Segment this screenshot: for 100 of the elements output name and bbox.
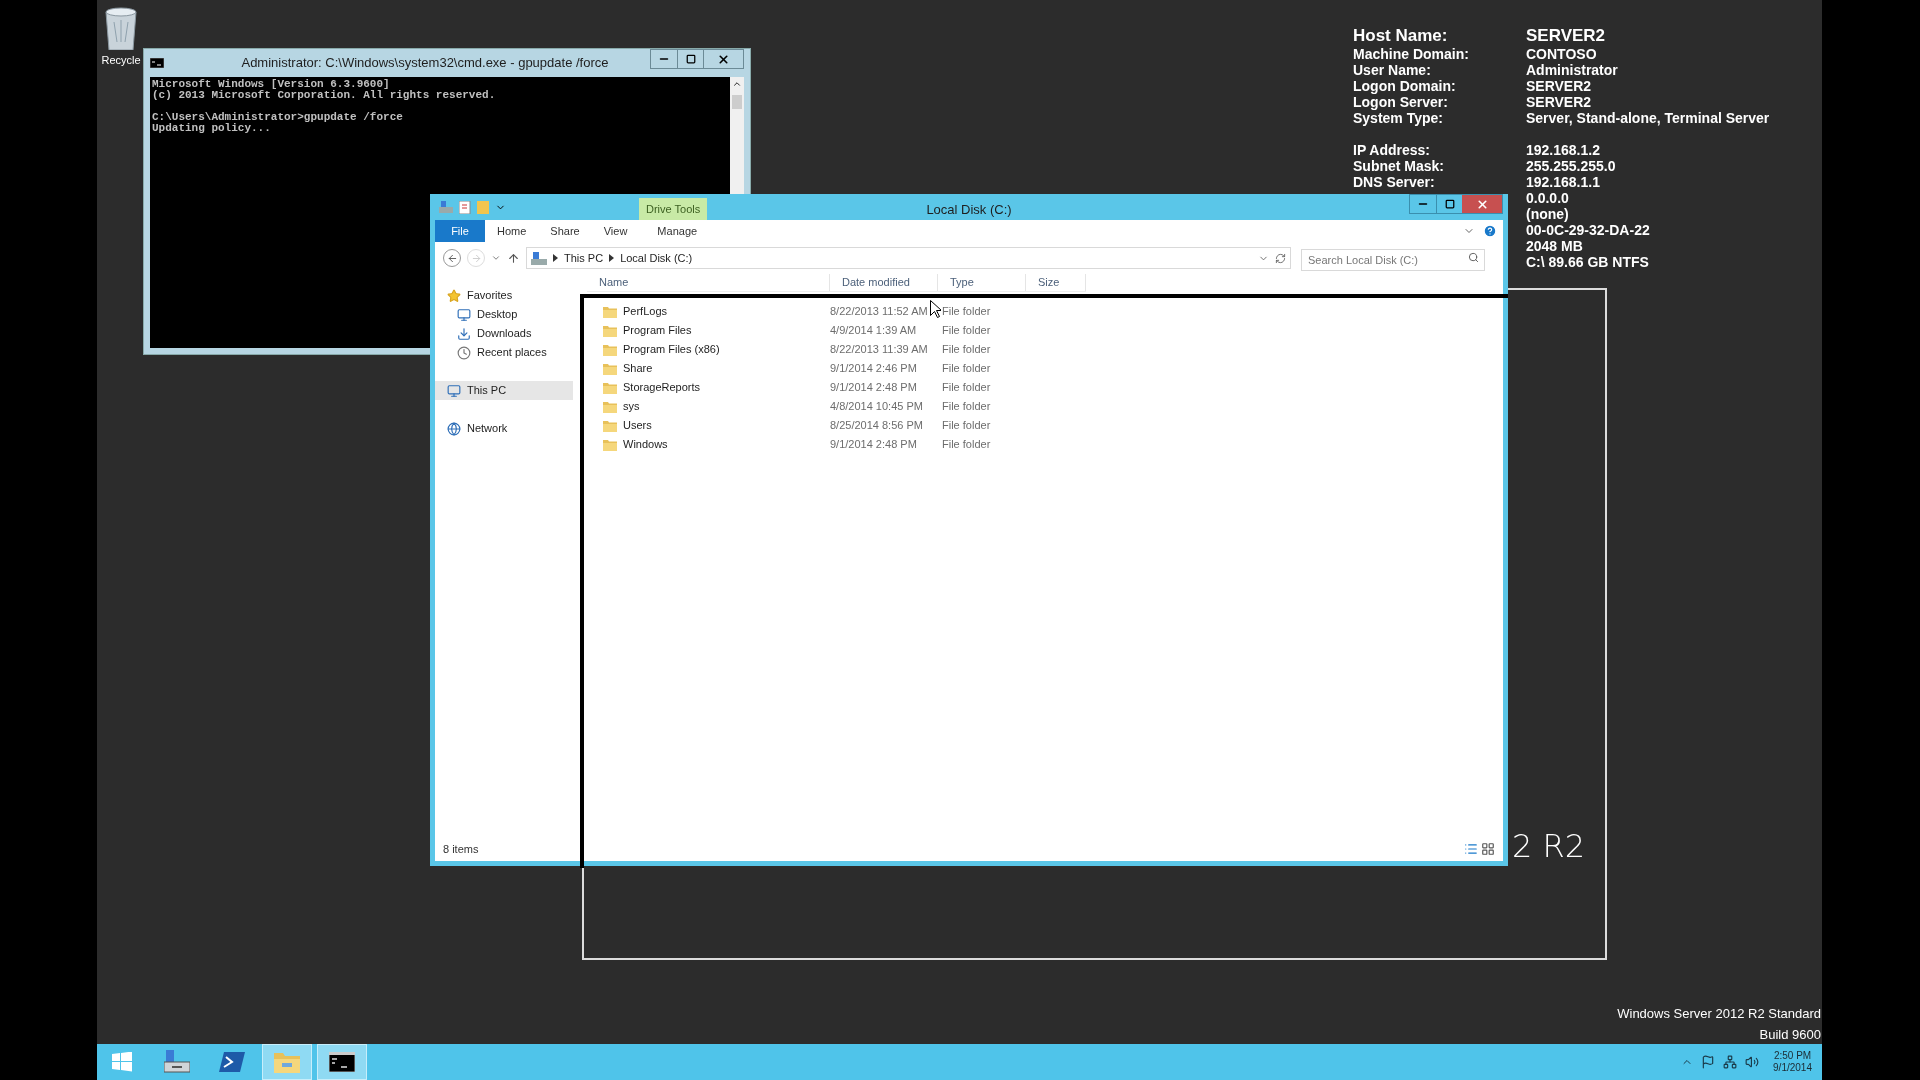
date-cell-text: 4/9/2014 1:39 AM <box>830 323 917 339</box>
info-label: DNS Server: <box>1353 174 1435 190</box>
file-name: Windows <box>623 437 668 453</box>
clock-time: 2:50 PM <box>1773 1050 1812 1062</box>
nav-label: Favorites <box>467 288 513 304</box>
mouse-cursor-icon <box>930 300 941 318</box>
column-header[interactable]: Type <box>938 274 1026 291</box>
info-value: (none) <box>1526 206 1569 222</box>
desktop-icon-label[interactable]: Recycle <box>101 52 141 69</box>
up-arrow-icon[interactable] <box>507 251 520 265</box>
nav-label: Recent places <box>477 345 547 361</box>
breadcrumb-item[interactable]: Local Disk (C:) <box>620 249 693 267</box>
address-bar[interactable]: This PC Local Disk (C:) <box>526 247 1291 269</box>
breadcrumb-arrow-icon[interactable] <box>553 254 558 262</box>
info-value: Administrator <box>1526 62 1618 78</box>
nav-item[interactable]: Network <box>435 419 573 438</box>
breadcrumb-arrow-icon[interactable] <box>609 254 615 262</box>
nav-label: Desktop <box>477 307 518 323</box>
speaker-icon[interactable] <box>1745 1055 1760 1069</box>
info-value: 192.168.1.2 <box>1526 142 1600 158</box>
date-cell-text: 9/1/2014 2:48 PM <box>830 437 917 453</box>
search-icon[interactable] <box>1468 252 1479 263</box>
folder-icon <box>603 343 617 356</box>
date-cell-text: 8/22/2013 11:39 AM <box>830 342 928 358</box>
star-icon <box>447 288 461 303</box>
column-header[interactable]: Size <box>1026 274 1086 291</box>
type-cell-text: File folder <box>941 399 992 415</box>
contextual-tab-group: Drive Tools <box>639 198 708 220</box>
nav-label: Downloads <box>477 326 532 342</box>
file-name: StorageReports <box>623 380 701 396</box>
console-line: C:\Users\Administrator>gpupdate /force <box>152 112 404 123</box>
info-value: SERVER2 <box>1526 94 1592 110</box>
file-tab[interactable]: File <box>435 220 485 242</box>
help-icon[interactable] <box>1483 224 1497 238</box>
details-view-icon[interactable] <box>1464 842 1478 856</box>
ribbon-tab[interactable]: View <box>591 220 640 242</box>
window-title: Administrator: C:\Windows\system32\cmd.exe - gpupdate /force <box>240 54 610 73</box>
folder-icon <box>603 419 617 432</box>
taskbar-button[interactable] <box>317 1044 367 1080</box>
info-label: System Type: <box>1353 110 1443 126</box>
nav-item[interactable]: Recent places <box>435 343 573 362</box>
properties-icon[interactable] <box>459 200 471 214</box>
info-value: CONTOSO <box>1526 46 1597 62</box>
search-field[interactable]: Search Local Disk (C:) <box>1301 249 1485 271</box>
type-cell-text: File folder <box>941 304 992 320</box>
file-row[interactable]: StorageReports 9/1/2014 2:48 PM File folder <box>587 378 1026 397</box>
info-label: IP Address: <box>1353 142 1431 158</box>
recent-locations-icon[interactable] <box>491 253 501 263</box>
folder-icon <box>603 362 617 375</box>
breadcrumb-item[interactable]: This PC <box>564 249 604 267</box>
file-row[interactable]: Program Files 4/9/2014 1:39 AM File folder <box>587 321 1026 340</box>
maximize-icon <box>685 54 696 64</box>
column-header[interactable]: Name <box>587 274 830 291</box>
large-icons-view-icon[interactable] <box>1481 842 1495 856</box>
type-cell-text: File folder <box>941 342 992 358</box>
wallpaper-text: 2 R2 <box>1512 826 1586 867</box>
file-row[interactable]: Share 9/1/2014 2:46 PM File folder <box>587 359 1026 378</box>
computer-icon <box>447 383 461 398</box>
ribbon-tab[interactable]: Share <box>538 220 592 242</box>
nav-label: This PC <box>467 383 507 399</box>
console-line: Updating policy... <box>152 123 271 134</box>
type-cell-text: File folder <box>941 361 992 377</box>
type-cell-text: File folder <box>941 323 992 339</box>
file-name: sys <box>623 399 640 415</box>
nav-item[interactable]: Desktop <box>435 305 573 324</box>
info-label: Subnet Mask: <box>1353 158 1444 174</box>
refresh-icon[interactable] <box>1275 252 1286 264</box>
info-label: Machine Domain: <box>1353 46 1469 62</box>
column-header[interactable]: Date modified <box>830 274 938 291</box>
ribbon-tab[interactable]: Manage <box>645 220 710 242</box>
clock-date: 9/1/2014 <box>1773 1062 1812 1074</box>
info-value: 0.0.0.0 <box>1526 190 1569 206</box>
info-value: 00-0C-29-32-DA-22 <box>1526 222 1650 238</box>
scroll-up-icon[interactable] <box>732 79 742 89</box>
file-row[interactable]: Program Files (x86) 8/22/2013 11:39 AM File folder <box>587 340 1026 359</box>
download-icon <box>457 326 471 341</box>
nav-item[interactable]: This PC <box>435 381 573 400</box>
ribbon-tab[interactable]: Home <box>485 220 539 242</box>
flag-icon[interactable] <box>1701 1055 1716 1069</box>
folder-icon <box>274 1051 300 1073</box>
info-value: 255.255.255.0 <box>1526 158 1616 174</box>
clock[interactable]: 2:50 PM 9/1/2014 <box>1773 1050 1812 1074</box>
file-row[interactable]: Users 8/25/2014 8:56 PM File folder <box>587 416 1026 435</box>
console-line: Microsoft Windows [Version 6.3.9600] <box>152 79 391 90</box>
file-row[interactable]: Windows 9/1/2014 2:48 PM File folder <box>587 435 1026 454</box>
monitor-icon <box>457 307 471 322</box>
info-value: 2048 MB <box>1526 238 1583 254</box>
file-row[interactable]: PerfLogs 8/22/2013 11:52 AM File folder <box>587 302 1026 321</box>
file-name: Users <box>623 418 652 434</box>
nav-item[interactable]: Downloads <box>435 324 573 343</box>
scroll-thumb[interactable] <box>732 95 742 109</box>
nav-item[interactable]: Favorites <box>435 286 573 305</box>
console-line: (c) 2013 Microsoft Corporation. All rights reserved. <box>152 90 497 101</box>
date-cell-text: 9/1/2014 2:48 PM <box>830 380 917 396</box>
server-toolbox-icon <box>164 1050 190 1074</box>
build-text: Build 9600 <box>1759 1026 1821 1044</box>
recycle-bin-icon[interactable] <box>104 6 138 50</box>
network-icon[interactable] <box>1723 1055 1738 1069</box>
maximize-icon <box>1444 199 1455 209</box>
file-row[interactable]: sys 4/8/2014 10:45 PM File folder <box>587 397 1026 416</box>
